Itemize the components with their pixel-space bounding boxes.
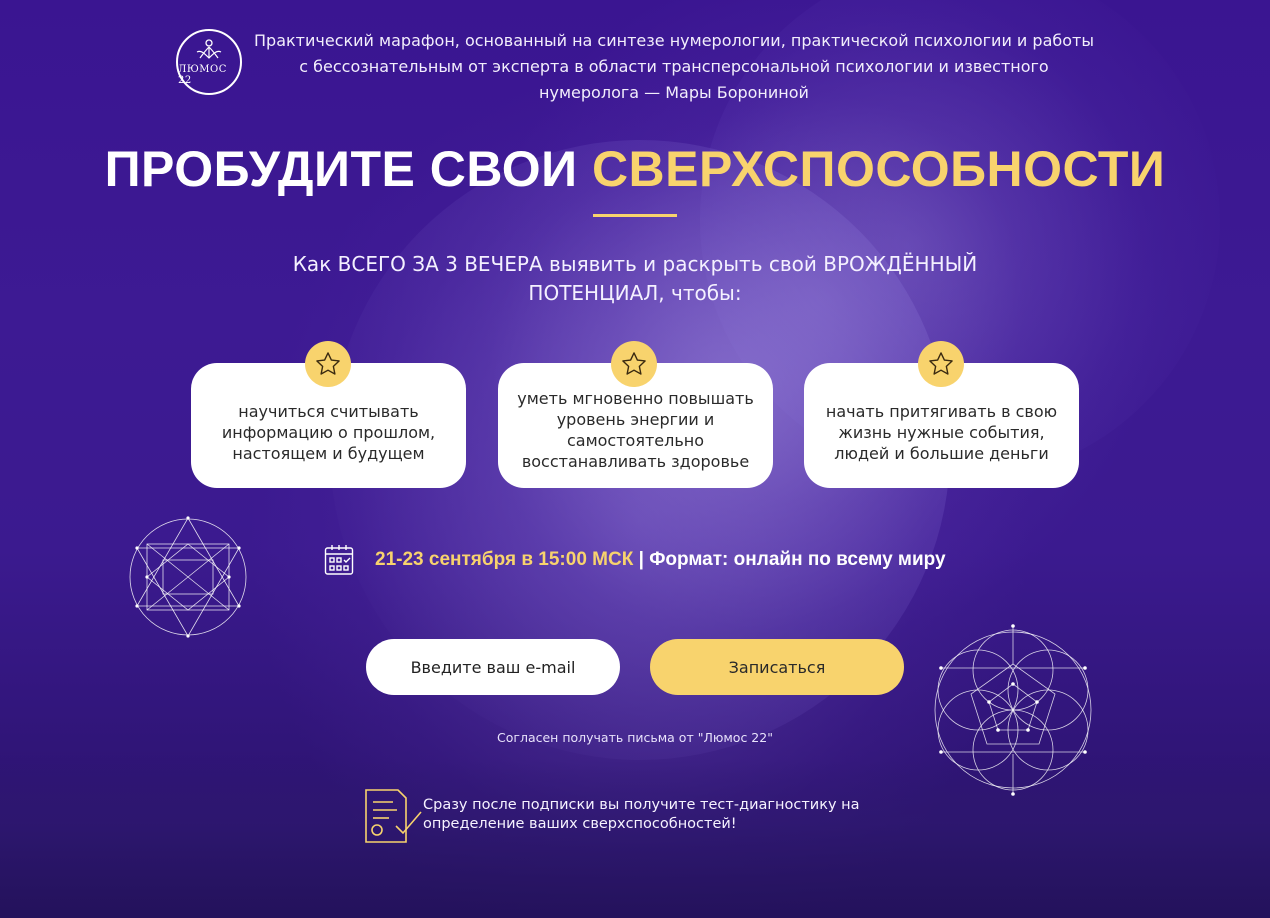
sacred-geometry-right-icon xyxy=(934,624,1092,796)
lumos-logo[interactable]: ЛЮМОС 22 xyxy=(176,29,242,95)
benefit-text: уметь мгновенно повышать уровень энергии… xyxy=(517,388,754,471)
email-field[interactable] xyxy=(366,639,620,695)
event-text: 21-23 сентября в 15:00 МСК | Формат: онл… xyxy=(375,549,946,571)
calendar-icon xyxy=(324,545,354,575)
title-white-part: ПРОБУДИТЕ СВОИ xyxy=(104,141,578,197)
event-info: 21-23 сентября в 15:00 МСК | Формат: онл… xyxy=(324,544,946,576)
logo-text: ЛЮМОС 22 xyxy=(178,64,227,86)
page-title: ПРОБУДИТЕ СВОИ СВЕРХСПОСОБНОСТИ xyxy=(0,140,1270,198)
intro-text: Практический марафон, основанный на синт… xyxy=(254,31,1094,102)
bonus-text: Сразу после подписки вы получите тест-ди… xyxy=(423,797,860,832)
event-date: 21-23 сентября в 15:00 МСК xyxy=(375,549,634,570)
title-accent-part: СВЕРХСПОСОБНОСТИ xyxy=(591,141,1166,197)
event-separator: | xyxy=(638,549,644,570)
star-icon xyxy=(611,341,657,387)
consent-text: Согласен получать письма от "Люмос 22" xyxy=(497,730,773,745)
subtitle: Как ВСЕГО ЗА 3 ВЕЧЕРА выявить и раскрыть… xyxy=(292,252,978,305)
sacred-geometry-left-icon xyxy=(129,516,247,638)
star-icon xyxy=(918,341,964,387)
event-format: Формат: онлайн по всему миру xyxy=(649,549,946,570)
signup-button[interactable]: Записаться xyxy=(650,639,904,695)
lotus-emblem-icon xyxy=(196,39,222,59)
star-icon xyxy=(305,341,351,387)
document-check-icon xyxy=(365,789,422,843)
title-divider xyxy=(593,214,677,217)
benefit-text: начать притягивать в свою жизнь нужные с… xyxy=(825,402,1058,463)
benefit-text: научиться считывать информацию о прошлом… xyxy=(221,402,436,463)
